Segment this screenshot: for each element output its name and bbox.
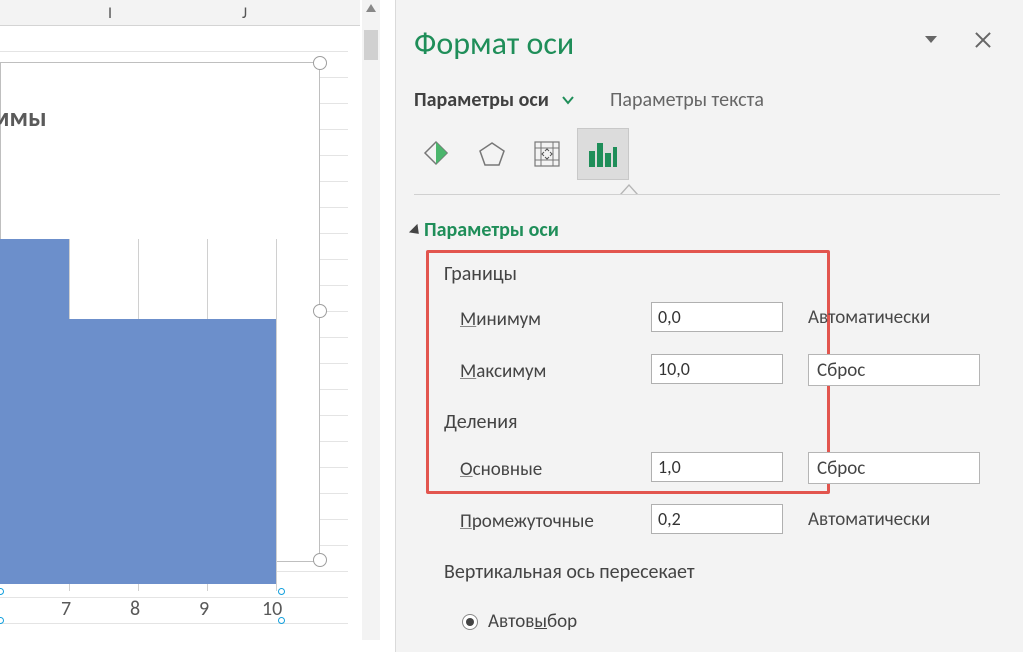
chart-title[interactable]: ммы <box>0 101 47 133</box>
input-minimum[interactable] <box>651 302 783 332</box>
format-axis-pane: Формат оси Параметры оси Параметры текст… <box>395 0 1023 652</box>
axis-options-icon[interactable] <box>577 128 629 180</box>
min-auto-text: Автоматически <box>808 306 930 329</box>
label-minimum: Минимум <box>460 308 541 331</box>
size-properties-icon[interactable] <box>521 128 573 180</box>
vertical-scrollbar[interactable] <box>362 0 380 640</box>
chart-object[interactable]: ммы 7 8 9 10 <box>0 62 320 562</box>
tab-text-options[interactable]: Параметры текста <box>610 88 764 112</box>
scrollbar-thumb[interactable] <box>364 30 378 60</box>
label-maximum: Максимум <box>460 360 546 383</box>
label-axis-crosses: Вертикальная ось пересекает <box>444 560 695 584</box>
column-headers: I J <box>0 0 360 26</box>
worksheet-area: I J ммы 7 8 9 10 <box>0 0 380 652</box>
plot-area[interactable]: 7 8 9 10 <box>0 239 291 591</box>
close-icon[interactable] <box>973 30 993 50</box>
section-axis-options[interactable]: Параметры оси <box>424 218 559 242</box>
input-minor-unit[interactable] <box>651 504 783 534</box>
tab-axis-options[interactable]: Параметры оси <box>414 88 549 112</box>
chevron-down-icon[interactable] <box>561 89 575 113</box>
axis-handle[interactable] <box>278 588 285 595</box>
input-maximum[interactable] <box>651 354 783 384</box>
x-tick: 7 <box>61 597 71 621</box>
scroll-up-icon[interactable] <box>366 4 376 12</box>
active-tab-arrow-icon <box>620 184 638 194</box>
expand-collapse-icon[interactable] <box>409 224 423 238</box>
fill-line-icon[interactable] <box>410 128 462 180</box>
col-header-I[interactable]: I <box>108 4 112 23</box>
resize-handle[interactable] <box>313 56 327 70</box>
chart-bar[interactable] <box>0 319 276 584</box>
group-bounds: Границы <box>444 262 517 286</box>
group-units: Деления <box>444 410 518 434</box>
radio-auto-select-label[interactable]: Автовыбор <box>488 610 577 633</box>
input-major-unit[interactable] <box>651 452 783 482</box>
x-tick: 8 <box>130 597 140 621</box>
pane-options-dropdown-icon[interactable] <box>925 36 937 43</box>
label-minor-unit: Промежуточные <box>460 510 594 533</box>
category-icons <box>410 128 629 184</box>
major-reset-button[interactable]: Сброс <box>808 452 980 484</box>
chart-bar[interactable] <box>0 239 69 319</box>
effects-icon[interactable] <box>466 128 518 180</box>
resize-handle[interactable] <box>313 553 327 567</box>
axis-handle[interactable] <box>278 617 285 624</box>
max-reset-button[interactable]: Сброс <box>808 354 980 386</box>
separator <box>414 194 1000 195</box>
radio-auto-select[interactable] <box>462 614 478 630</box>
resize-handle[interactable] <box>313 304 327 318</box>
x-tick: 9 <box>199 597 209 621</box>
minor-auto-text: Автоматически <box>808 508 930 531</box>
label-major-unit: Основные <box>460 458 542 481</box>
pane-title: Формат оси <box>414 24 574 63</box>
pane-tabs: Параметры оси Параметры текста <box>414 88 764 112</box>
col-header-J[interactable]: J <box>242 4 247 23</box>
